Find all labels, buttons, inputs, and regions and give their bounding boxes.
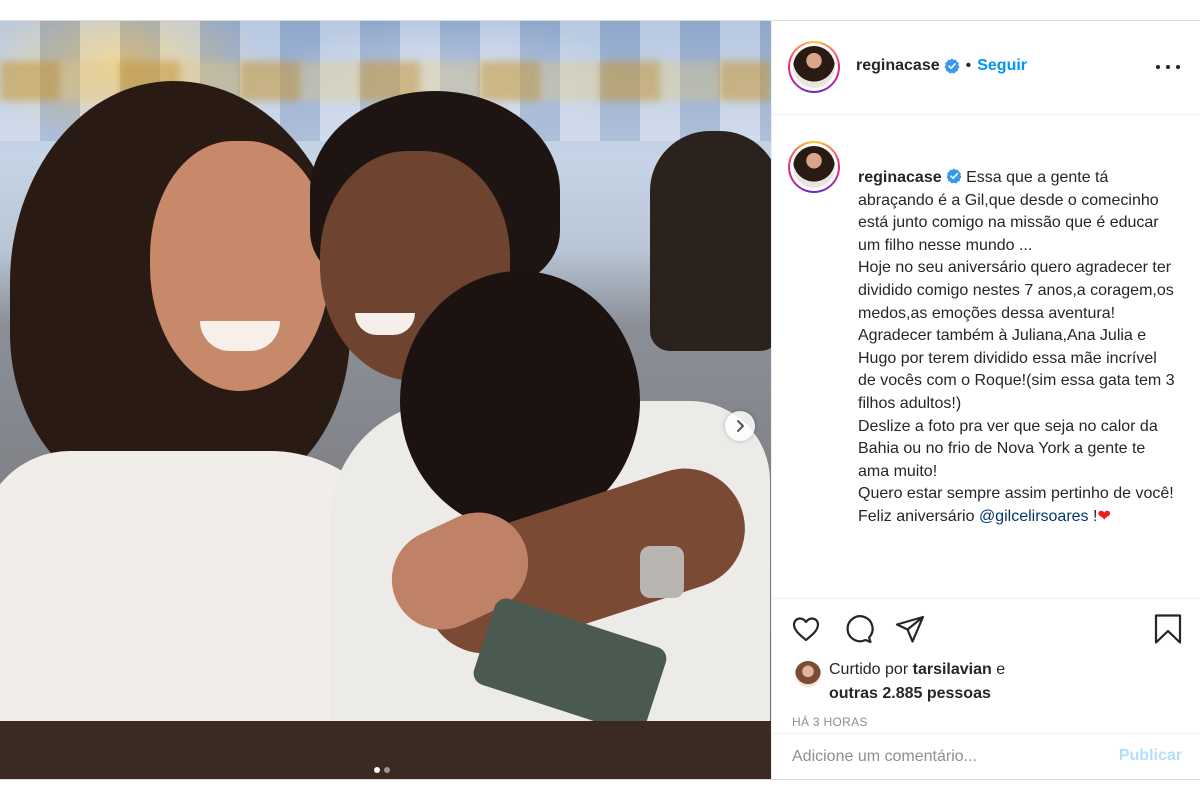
chevron-right-icon — [737, 420, 744, 432]
author-avatar-image — [793, 46, 835, 88]
likes-conjunction: e — [996, 661, 1006, 678]
publish-button[interactable]: Publicar — [1119, 747, 1182, 765]
caption-author-avatar[interactable] — [788, 141, 840, 193]
header-separator: • — [965, 57, 972, 74]
liker-username-link[interactable]: tarsilavian — [913, 661, 992, 678]
red-heart-emoji-icon: ❤ — [1097, 507, 1111, 525]
photo-watch — [640, 546, 684, 598]
post-actions-bar — [772, 599, 1200, 655]
follow-button[interactable]: Seguir — [977, 57, 1027, 75]
share-icon[interactable] — [894, 613, 926, 645]
more-options-icon[interactable] — [1156, 57, 1180, 77]
carousel-indicator — [374, 767, 390, 773]
caption-avatar-image — [793, 146, 835, 188]
caption-line-2: Hoje no seu aniversário quero agradecer … — [858, 259, 1174, 322]
caption-mention-link[interactable]: @gilcelirsoares — [979, 508, 1089, 525]
caption-final-line: Feliz aniversário @gilcelirsoares !❤ — [858, 506, 1178, 529]
post-side-panel: reginacase • Seguir reginacase Essa que … — [771, 21, 1200, 780]
photo-background-person — [650, 131, 771, 351]
carousel-dot-2 — [384, 767, 390, 773]
comment-form: Publicar — [772, 733, 1200, 780]
verified-badge-icon — [946, 168, 962, 184]
author-avatar[interactable] — [788, 41, 840, 93]
likes-section: Curtido por tarsilavian e outras 2.885 p… — [792, 657, 1192, 707]
author-username[interactable]: reginacase — [856, 57, 940, 75]
instagram-post: reginacase • Seguir reginacase Essa que … — [0, 20, 1200, 780]
caption-area: reginacase Essa que a gente tá abraçando… — [772, 115, 1200, 599]
likes-count-link[interactable]: outras 2.885 pessoas — [829, 685, 991, 703]
next-slide-button[interactable] — [725, 411, 755, 441]
bookmark-icon[interactable] — [1152, 613, 1184, 645]
comment-icon[interactable] — [842, 613, 874, 645]
post-photo[interactable] — [0, 21, 771, 779]
liker-avatar[interactable] — [795, 661, 821, 687]
carousel-dot-1 — [374, 767, 380, 773]
caption-birthday-text: Feliz aniversário — [858, 507, 975, 525]
verified-badge-icon — [944, 58, 960, 74]
post-timestamp[interactable]: HÁ 3 HORAS — [792, 715, 868, 729]
caption-line-4: Deslize a foto pra ver que seja no calor… — [858, 417, 1158, 480]
caption-line-3: Agradecer também à Juliana,Ana Julia e H… — [858, 327, 1175, 412]
likes-prefix: Curtido por — [829, 661, 909, 678]
caption-line-5: Quero estar sempre assim pertinho de voc… — [858, 485, 1174, 503]
post-header: reginacase • Seguir — [772, 21, 1200, 115]
likes-line-1: Curtido por tarsilavian e — [829, 661, 1005, 679]
heart-icon[interactable] — [790, 613, 822, 645]
post-caption: reginacase Essa que a gente tá abraçando… — [858, 167, 1178, 529]
caption-username[interactable]: reginacase — [858, 169, 942, 186]
comment-input[interactable] — [792, 734, 1092, 780]
author-name-row: reginacase • Seguir — [856, 57, 1027, 75]
photo-woman-left-face — [150, 141, 330, 391]
